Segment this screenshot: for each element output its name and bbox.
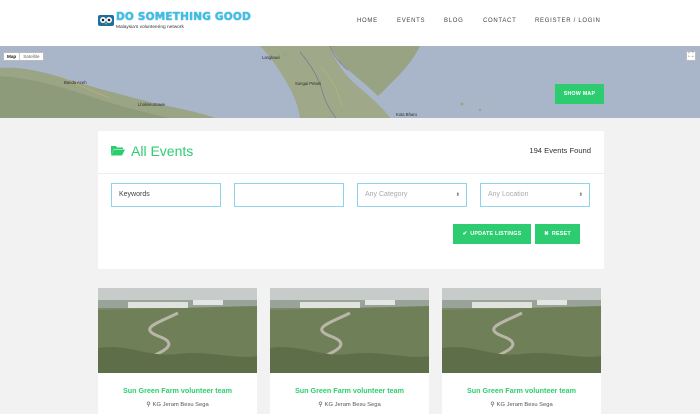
event-location-text: KG Jeram Besu Sega xyxy=(324,402,381,408)
event-card[interactable]: Sun Green Farm volunteer team ⚲ KG Jeram … xyxy=(442,288,601,414)
logo-title: DO SOMETHING GOOD xyxy=(116,11,251,23)
location-select[interactable]: Any Location ⬍ xyxy=(480,183,590,207)
map-toggle-satellite[interactable]: Satellite xyxy=(19,53,42,60)
nav-register-login[interactable]: REGISTER / LOGIN xyxy=(535,18,601,24)
event-title[interactable]: Sun Green Farm volunteer team xyxy=(270,386,429,395)
events-search-panel: All Events 194 Events Found Keywords Any… xyxy=(98,131,604,269)
event-image[interactable] xyxy=(442,288,601,373)
event-title[interactable]: Sun Green Farm volunteer team xyxy=(98,386,257,395)
close-icon: ✖ xyxy=(544,231,549,237)
nav-contact[interactable]: CONTACT xyxy=(483,18,516,24)
reset-button[interactable]: ✖ RESET xyxy=(535,224,580,244)
event-image[interactable] xyxy=(98,288,257,373)
folder-open-icon xyxy=(111,146,125,156)
location-select-value: Any Location xyxy=(488,191,529,198)
event-location: ⚲ KG Jeram Besu Sega xyxy=(442,401,601,408)
reset-label: RESET xyxy=(551,231,571,237)
event-card[interactable]: Sun Green Farm volunteer team ⚲ KG Jeram … xyxy=(270,288,429,414)
nav-blog[interactable]: BLOG xyxy=(444,18,463,24)
select-arrows-icon: ⬍ xyxy=(455,192,460,198)
update-listings-label: UPDATE LISTINGS xyxy=(470,231,522,237)
event-image[interactable] xyxy=(270,288,429,373)
map-type-toggle[interactable]: Map Satellite xyxy=(3,52,44,61)
category-select-value: Any Category xyxy=(365,191,408,198)
page-title: All Events xyxy=(131,143,194,159)
map-canvas xyxy=(0,46,482,118)
keywords-input[interactable]: Keywords xyxy=(111,183,221,207)
event-location: ⚲ KG Jeram Besu Sega xyxy=(98,401,257,408)
event-location: ⚲ KG Jeram Besu Sega xyxy=(270,401,429,408)
nav-home[interactable]: HOME xyxy=(357,18,378,24)
panel-divider xyxy=(98,173,604,174)
keywords-input-value: Keywords xyxy=(119,191,150,198)
event-location-text: KG Jeram Besu Sega xyxy=(152,402,209,408)
check-icon: ✔ xyxy=(462,231,468,237)
owl-logo-icon xyxy=(98,15,114,26)
fullscreen-icon[interactable]: ⛶ xyxy=(686,51,696,61)
update-listings-button[interactable]: ✔ UPDATE LISTINGS xyxy=(453,224,531,244)
map-label-langkawi: Langkawi xyxy=(262,55,280,60)
nav-events[interactable]: EVENTS xyxy=(397,18,425,24)
category-select[interactable]: Any Category ⬍ xyxy=(357,183,467,207)
show-map-button[interactable]: SHOW MAP xyxy=(555,84,604,104)
map-label-lhokseumawe: Lhokseumawe xyxy=(138,102,166,107)
map-toggle-map[interactable]: Map xyxy=(4,53,19,60)
map-pin-icon: ⚲ xyxy=(490,402,495,408)
logo-tagline: Malaysia's volunteering network xyxy=(116,25,184,30)
map-pin-icon: ⚲ xyxy=(146,402,151,408)
event-card[interactable]: Sun Green Farm volunteer team ⚲ KG Jeram … xyxy=(98,288,257,414)
map-label-banda-aceh: Banda Aceh xyxy=(64,80,87,85)
map-pin-icon: ⚲ xyxy=(318,402,323,408)
select-arrows-icon: ⬍ xyxy=(578,192,583,198)
site-logo[interactable]: DO SOMETHING GOOD Malaysia's volunteerin… xyxy=(98,11,251,33)
events-count: 194 Events Found xyxy=(529,146,591,155)
map-label-sungai-petani: Sungai Petani xyxy=(295,81,322,86)
event-title[interactable]: Sun Green Farm volunteer team xyxy=(442,386,601,395)
location-text-input[interactable] xyxy=(234,183,344,207)
map-label-kota-bharu: Kota Bharu xyxy=(396,112,417,117)
event-location-text: KG Jeram Besu Sega xyxy=(496,402,553,408)
site-header: DO SOMETHING GOOD Malaysia's volunteerin… xyxy=(0,0,700,46)
events-map[interactable]: Map Satellite ⛶ Langkawi Banda Aceh Lhok… xyxy=(0,46,700,118)
